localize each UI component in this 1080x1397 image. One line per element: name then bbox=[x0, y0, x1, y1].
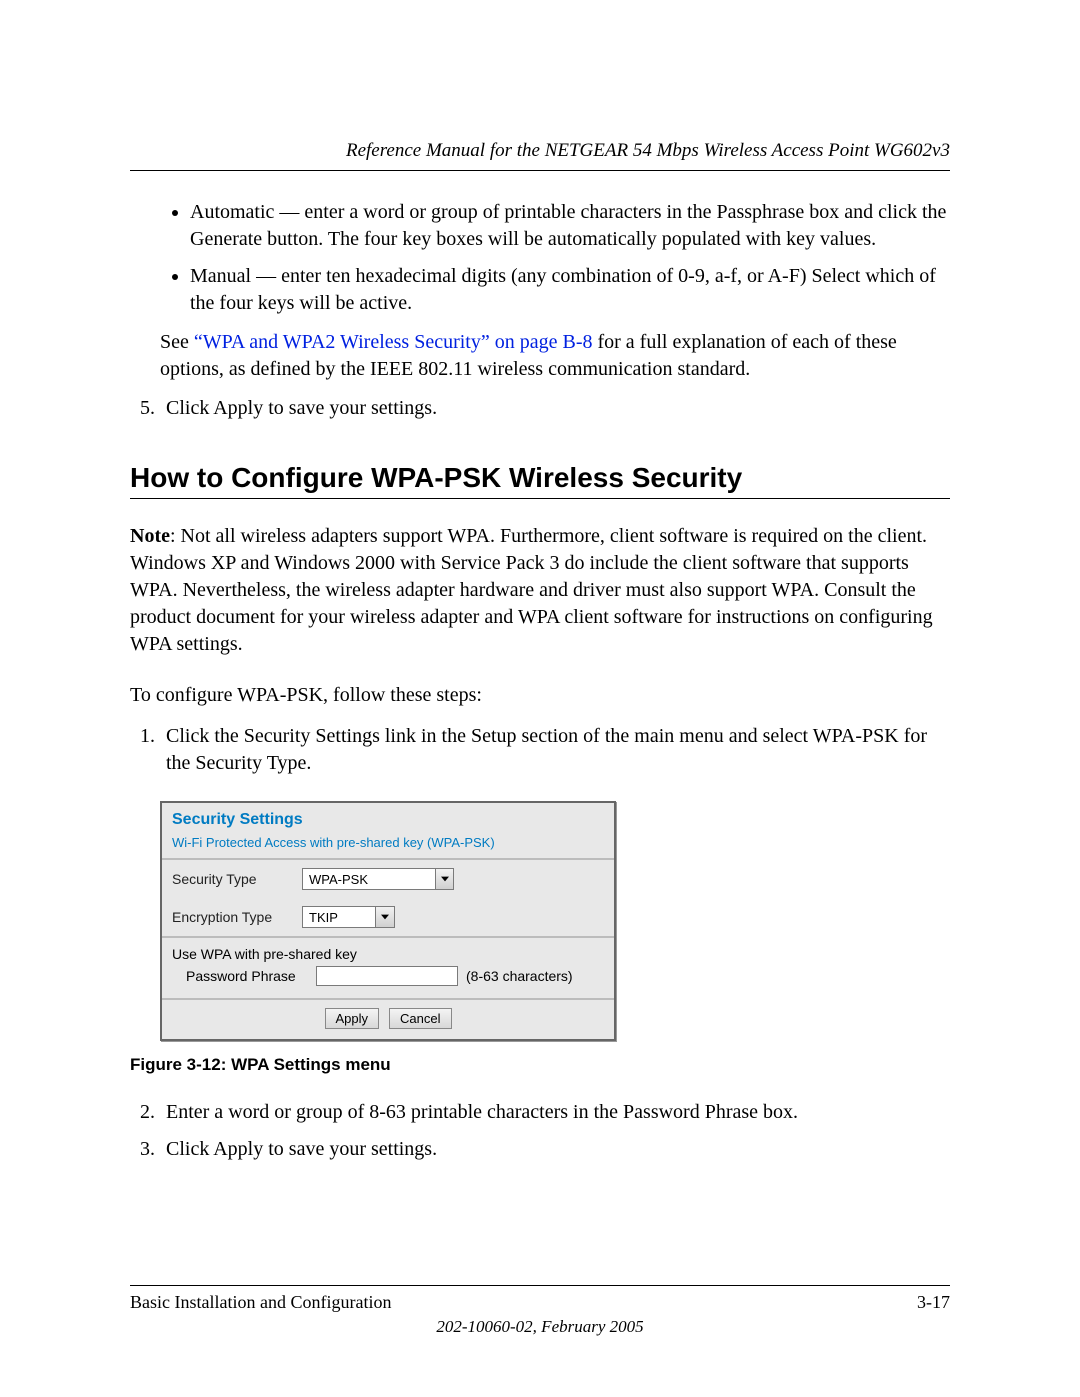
section-heading: How to Configure WPA-PSK Wireless Securi… bbox=[130, 462, 950, 499]
note-paragraph: Note: Not all wireless adapters support … bbox=[130, 523, 950, 658]
step-5-list: Click Apply to save your settings. bbox=[130, 395, 950, 422]
security-type-value: WPA-PSK bbox=[303, 872, 435, 887]
password-phrase-input[interactable] bbox=[316, 966, 458, 986]
encryption-type-dropdown[interactable]: TKIP bbox=[302, 906, 395, 928]
encryption-type-value: TKIP bbox=[303, 910, 375, 925]
cancel-button[interactable]: Cancel bbox=[389, 1008, 451, 1029]
wpa-steps: Click the Security Settings link in the … bbox=[130, 723, 950, 777]
wep-key-bullets: Automatic — enter a word or group of pri… bbox=[190, 199, 950, 317]
document-page: Reference Manual for the NETGEAR 54 Mbps… bbox=[0, 0, 1080, 1397]
security-type-label: Security Type bbox=[172, 871, 302, 887]
panel-buttons: Apply Cancel bbox=[162, 1000, 614, 1039]
security-type-row: Security Type WPA-PSK bbox=[162, 860, 614, 898]
panel-subtitle: Wi-Fi Protected Access with pre-shared k… bbox=[162, 831, 614, 860]
see-paragraph: See “WPA and WPA2 Wireless Security” on … bbox=[160, 329, 950, 383]
wpa-security-link[interactable]: “WPA and WPA2 Wireless Security” on page… bbox=[194, 331, 593, 353]
footer-docid: 202-10060-02, February 2005 bbox=[130, 1317, 950, 1337]
step-3: Click Apply to save your settings. bbox=[160, 1136, 950, 1163]
running-header: Reference Manual for the NETGEAR 54 Mbps… bbox=[130, 140, 950, 171]
wpa-steps-cont: Enter a word or group of 8-63 printable … bbox=[130, 1099, 950, 1163]
chevron-down-icon bbox=[375, 907, 394, 927]
bullet-manual: Manual — enter ten hexadecimal digits (a… bbox=[190, 263, 950, 317]
password-phrase-hint: (8-63 characters) bbox=[466, 968, 573, 984]
encryption-type-label: Encryption Type bbox=[172, 909, 302, 925]
note-label: Note bbox=[130, 525, 170, 547]
bullet-automatic: Automatic — enter a word or group of pri… bbox=[190, 199, 950, 253]
intro-line: To configure WPA-PSK, follow these steps… bbox=[130, 682, 950, 709]
security-type-dropdown[interactable]: WPA-PSK bbox=[302, 868, 454, 890]
psk-section-label: Use WPA with pre-shared key bbox=[162, 938, 614, 962]
panel-title: Security Settings bbox=[162, 803, 614, 831]
footer-chapter: Basic Installation and Configuration bbox=[130, 1292, 391, 1313]
page-footer: Basic Installation and Configuration 3-1… bbox=[130, 1285, 950, 1337]
password-phrase-row: Password Phrase (8-63 characters) bbox=[162, 962, 614, 1000]
step-5: Click Apply to save your settings. bbox=[160, 395, 950, 422]
step-2: Enter a word or group of 8-63 printable … bbox=[160, 1099, 950, 1126]
chevron-down-icon bbox=[435, 869, 453, 889]
security-settings-panel: Security Settings Wi-Fi Protected Access… bbox=[160, 801, 616, 1041]
note-text: : Not all wireless adapters support WPA.… bbox=[130, 525, 933, 655]
footer-page-number: 3-17 bbox=[917, 1292, 950, 1313]
step-1: Click the Security Settings link in the … bbox=[160, 723, 950, 777]
password-phrase-label: Password Phrase bbox=[186, 968, 316, 984]
figure-caption: Figure 3-12: WPA Settings menu bbox=[130, 1055, 950, 1075]
see-prefix: See bbox=[160, 331, 194, 353]
apply-button[interactable]: Apply bbox=[325, 1008, 380, 1029]
encryption-type-row: Encryption Type TKIP bbox=[162, 898, 614, 938]
